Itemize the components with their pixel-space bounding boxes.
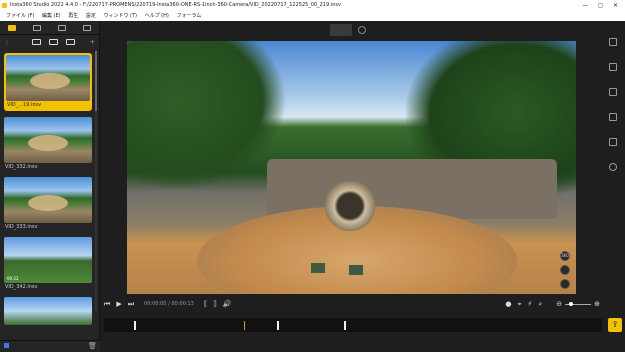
playhead[interactable]: [277, 321, 279, 330]
menu-file[interactable]: ファイル (F): [6, 13, 34, 19]
prev-icon[interactable]: ⏮: [104, 300, 110, 309]
current-time: 00:00:00 / 00:00:13: [144, 301, 194, 307]
zoom-handle[interactable]: [569, 301, 574, 306]
reframe-icon[interactable]: [609, 63, 617, 71]
app-logo-icon: [2, 3, 7, 8]
list-item[interactable]: 00:22 VID_342.insv: [4, 237, 92, 291]
info-icon[interactable]: [609, 163, 617, 171]
list-item[interactable]: VID_332.insv: [4, 117, 92, 171]
monitor-icon[interactable]: [609, 38, 617, 46]
trim-in-icon[interactable]: ⟦: [204, 300, 207, 308]
playback-controls: ⏮ ▶ ⏭ 00:00:00 / 00:00:13 ⟦ ⟧ 🔊 ● ⌖ ⚡ ⌕ …: [104, 297, 604, 311]
flash-icon[interactable]: ⚡: [527, 300, 532, 308]
export-button[interactable]: ⇪: [608, 318, 622, 332]
export-panel-icon[interactable]: [609, 138, 617, 146]
window-title: Insta360 Studio 2022 4.4.0 - F:/220717-P…: [10, 2, 341, 8]
vr-360-button[interactable]: 360: [560, 251, 570, 261]
list-icon[interactable]: [609, 113, 617, 121]
checkbox-icon[interactable]: [4, 343, 9, 348]
thumbnail: [4, 297, 92, 325]
camera-view-icon[interactable]: [560, 265, 570, 275]
keyframe-marker[interactable]: [244, 321, 245, 330]
menu-window[interactable]: ウィンドウ (T): [103, 13, 137, 19]
volume-icon[interactable]: 🔊: [223, 300, 232, 308]
list-item[interactable]: [4, 297, 92, 325]
trim-out-icon[interactable]: ⟧: [213, 300, 216, 308]
edit-mode-button[interactable]: [330, 24, 352, 36]
list-item[interactable]: VID_...19.insv: [4, 53, 92, 111]
menu-settings[interactable]: 設定: [86, 13, 96, 19]
thumbnail: [6, 55, 90, 101]
menu-bar: ファイル (F) 編集 (E) 再生 設定 ウィンドウ (T) ヘルプ (H) …: [0, 11, 625, 21]
magnify-icon[interactable]: ⌕: [538, 300, 542, 309]
media-tab-icon[interactable]: [8, 24, 17, 31]
media-list: VID_...19.insv VID_332.insv VID_333.insv…: [4, 53, 92, 331]
file-name: VID_342.insv: [5, 284, 38, 290]
file-tab-icon[interactable]: [82, 24, 91, 31]
title-bar: Insta360 Studio 2022 4.4.0 - F:/220717-P…: [0, 0, 625, 11]
clip-start-marker[interactable]: [134, 321, 136, 330]
target-icon[interactable]: ⌖: [517, 300, 521, 309]
zoom-in-icon[interactable]: ⊕: [594, 300, 600, 308]
right-toolbar: [606, 38, 620, 178]
file-name: VID_...19.insv: [7, 102, 42, 108]
file-name: VID_333.insv: [5, 224, 38, 230]
scrollbar-thumb[interactable]: [95, 51, 97, 111]
view-mode-icon[interactable]: [358, 26, 366, 34]
filter-icon[interactable]: [66, 39, 75, 45]
folder-tab-icon[interactable]: [57, 24, 66, 31]
sidebar-tools: ⋮ +: [0, 35, 99, 49]
more-icon[interactable]: ⋮: [4, 39, 10, 46]
thumbnail: [4, 117, 92, 163]
minimize-button[interactable]: —: [578, 0, 593, 11]
play-icon[interactable]: ▶: [116, 300, 121, 308]
zoom-slider[interactable]: [565, 301, 592, 306]
add-media-button[interactable]: +: [90, 39, 95, 46]
sidebar-tabs: [0, 21, 99, 35]
video-viewer[interactable]: 360: [127, 41, 576, 294]
thumbnail: [4, 177, 92, 223]
clip-end-marker[interactable]: [344, 321, 346, 330]
sidebar-scrollbar[interactable]: [95, 51, 97, 311]
list-item[interactable]: VID_333.insv: [4, 177, 92, 231]
fullscreen-icon[interactable]: [560, 279, 570, 289]
list-view-icon[interactable]: [49, 39, 58, 45]
close-button[interactable]: ✕: [608, 0, 623, 11]
menu-forum[interactable]: フォーラム: [176, 13, 201, 19]
video-tab-icon[interactable]: [33, 24, 42, 31]
zoom-out-icon[interactable]: ⊖: [556, 300, 562, 308]
grid-view-icon[interactable]: [32, 39, 41, 45]
sidebar-footer: 🗑: [0, 340, 100, 352]
maximize-button[interactable]: ▢: [593, 0, 608, 11]
timeline[interactable]: [104, 318, 602, 332]
camera-icon[interactable]: [609, 88, 617, 96]
file-name: VID_332.insv: [5, 164, 38, 170]
menu-play[interactable]: 再生: [68, 13, 78, 19]
thumbnail: 00:22: [4, 237, 92, 283]
snapshot-icon[interactable]: ●: [505, 300, 511, 308]
trash-icon[interactable]: 🗑: [88, 342, 97, 350]
menu-help[interactable]: ヘルプ (H): [145, 13, 169, 19]
menu-edit[interactable]: 編集 (E): [42, 13, 61, 19]
next-icon[interactable]: ⏭: [128, 300, 134, 309]
duration-label: 00:22: [7, 276, 19, 281]
